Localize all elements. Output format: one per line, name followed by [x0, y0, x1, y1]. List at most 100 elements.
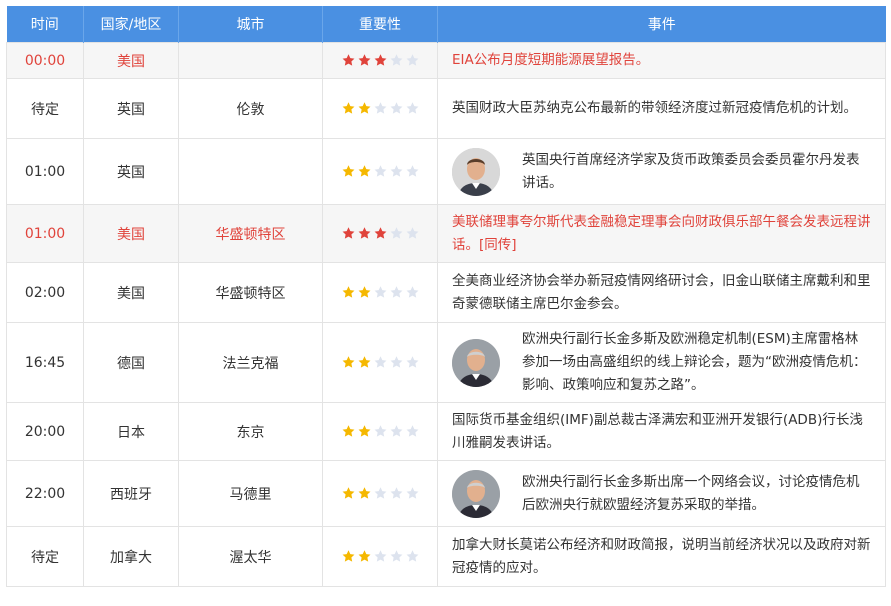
- importance-stars: [341, 226, 420, 241]
- star-empty-icon: [390, 165, 402, 177]
- importance-stars: [341, 164, 420, 179]
- star-empty-icon: [390, 102, 402, 114]
- time-cell: 16:45: [6, 322, 84, 403]
- star-empty-icon: [406, 102, 418, 114]
- event-text: 欧洲央行副行长金多斯出席一个网络会议，讨论疫情危机后欧洲央行就欧盟经济复苏采取的…: [522, 473, 860, 513]
- city-cell: [178, 138, 323, 205]
- star-empty-icon: [406, 487, 418, 499]
- country-cell: 美国: [83, 42, 179, 79]
- star-empty-icon: [390, 356, 402, 368]
- time-cell: 01:00: [6, 204, 84, 263]
- city-cell: 华盛顿特区: [178, 204, 323, 263]
- importance-cell: [322, 78, 438, 139]
- event-row: 20:00 日本 东京 国际货币基金组织(IMF)副总裁古泽满宏和亚洲开发银行(ADB…: [6, 402, 886, 461]
- importance-cell: [322, 42, 438, 79]
- star-filled-icon: [358, 550, 370, 562]
- country-cell: 加拿大: [83, 526, 179, 587]
- importance-cell: [322, 262, 438, 323]
- importance-stars: [341, 53, 420, 68]
- star-empty-icon: [406, 425, 418, 437]
- event-cell: 英国财政大臣苏纳克公布最新的带领经济度过新冠疫情危机的计划。: [437, 78, 886, 139]
- time-cell: 01:00: [6, 138, 84, 205]
- event-text: 全美商业经济协会举办新冠疫情网络研讨会，旧金山联储主席戴利和里奇蒙德联储主席巴尔…: [452, 272, 871, 312]
- event-row: 01:00 英国 英国央行首席经济学家及货币政策委员会委员霍尔丹发表讲话。: [6, 138, 886, 205]
- importance-cell: [322, 526, 438, 587]
- country-cell: 英国: [83, 78, 179, 139]
- star-filled-icon: [358, 356, 370, 368]
- event-row: 00:00 美国 EIA公布月度短期能源展望报告。: [6, 42, 886, 79]
- city-cell: [178, 42, 323, 79]
- star-empty-icon: [406, 356, 418, 368]
- star-filled-icon: [374, 54, 386, 66]
- city-cell: 华盛顿特区: [178, 262, 323, 323]
- event-row: 待定 加拿大 渥太华 加拿大财长莫诺公布经济和财政简报，说明当前经济状况以及政府对新冠…: [6, 526, 886, 587]
- importance-cell: [322, 322, 438, 403]
- speaker-avatar: [452, 469, 500, 518]
- star-filled-icon: [342, 550, 354, 562]
- star-empty-icon: [406, 550, 418, 562]
- star-empty-icon: [374, 286, 386, 298]
- event-cell: 英国央行首席经济学家及货币政策委员会委员霍尔丹发表讲话。: [437, 138, 886, 205]
- star-empty-icon: [406, 227, 418, 239]
- city-cell: 法兰克福: [178, 322, 323, 403]
- star-filled-icon: [358, 165, 370, 177]
- importance-cell: [322, 204, 438, 263]
- header-country: 国家/地区: [83, 6, 179, 43]
- event-text: 英国财政大臣苏纳克公布最新的带领经济度过新冠疫情危机的计划。: [452, 100, 857, 116]
- event-cell: 欧洲央行副行长金多斯及欧洲稳定机制(ESM)主席雷格林参加一场由高盛组织的线上辩…: [437, 322, 886, 403]
- city-cell: 渥太华: [178, 526, 323, 587]
- header-time: 时间: [6, 6, 84, 43]
- person-portrait-icon: [452, 147, 500, 196]
- star-empty-icon: [374, 550, 386, 562]
- country-cell: 德国: [83, 322, 179, 403]
- importance-stars: [341, 355, 420, 370]
- event-cell: 美联储理事夸尔斯代表金融稳定理事会向财政俱乐部午餐会发表远程讲话。[同传]: [437, 204, 886, 263]
- star-empty-icon: [374, 356, 386, 368]
- star-empty-icon: [390, 54, 402, 66]
- importance-stars: [341, 549, 420, 564]
- star-filled-icon: [342, 227, 354, 239]
- star-empty-icon: [374, 102, 386, 114]
- header-city: 城市: [178, 6, 323, 43]
- star-filled-icon: [358, 227, 370, 239]
- star-filled-icon: [358, 102, 370, 114]
- star-filled-icon: [342, 54, 354, 66]
- person-portrait-icon: [452, 338, 500, 387]
- importance-cell: [322, 402, 438, 461]
- importance-stars: [341, 424, 420, 439]
- star-empty-icon: [406, 54, 418, 66]
- event-row: 待定 英国 伦敦 英国财政大臣苏纳克公布最新的带领经济度过新冠疫情危机的计划。: [6, 78, 886, 139]
- star-empty-icon: [390, 425, 402, 437]
- star-empty-icon: [374, 487, 386, 499]
- star-empty-icon: [406, 286, 418, 298]
- event-row: 02:00 美国 华盛顿特区 全美商业经济协会举办新冠疫情网络研讨会，旧金山联储主席戴…: [6, 262, 886, 323]
- star-filled-icon: [358, 286, 370, 298]
- event-text: 国际货币基金组织(IMF)副总裁古泽满宏和亚洲开发银行(ADB)行长浅川雅嗣发表…: [452, 411, 863, 451]
- event-row: 16:45 德国 法兰克福 欧洲央行副行长金多斯及欧洲稳定机制(ESM)主席雷格林参加…: [6, 322, 886, 403]
- country-cell: 美国: [83, 262, 179, 323]
- time-cell: 22:00: [6, 460, 84, 527]
- time-cell: 20:00: [6, 402, 84, 461]
- star-filled-icon: [358, 487, 370, 499]
- city-cell: 东京: [178, 402, 323, 461]
- star-empty-icon: [390, 487, 402, 499]
- event-cell: 欧洲央行副行长金多斯出席一个网络会议，讨论疫情危机后欧洲央行就欧盟经济复苏采取的…: [437, 460, 886, 527]
- economic-calendar-table: 时间 国家/地区 城市 重要性 事件 00:00 美国 EIA公布月度短期能源展望报…: [6, 6, 886, 587]
- event-text: 欧洲央行副行长金多斯及欧洲稳定机制(ESM)主席雷格林参加一场由高盛组织的线上辩…: [522, 331, 867, 393]
- event-text: EIA公布月度短期能源展望报告。: [452, 52, 650, 68]
- star-empty-icon: [374, 425, 386, 437]
- star-filled-icon: [342, 286, 354, 298]
- person-portrait-icon: [452, 469, 500, 518]
- country-cell: 日本: [83, 402, 179, 461]
- importance-cell: [322, 138, 438, 205]
- country-cell: 美国: [83, 204, 179, 263]
- header-event: 事件: [437, 6, 886, 43]
- event-cell: EIA公布月度短期能源展望报告。: [437, 42, 886, 79]
- star-filled-icon: [342, 102, 354, 114]
- time-cell: 待定: [6, 526, 84, 587]
- star-filled-icon: [358, 54, 370, 66]
- header-importance: 重要性: [322, 6, 438, 43]
- time-cell: 待定: [6, 78, 84, 139]
- country-cell: 英国: [83, 138, 179, 205]
- event-cell: 全美商业经济协会举办新冠疫情网络研讨会，旧金山联储主席戴利和里奇蒙德联储主席巴尔…: [437, 262, 886, 323]
